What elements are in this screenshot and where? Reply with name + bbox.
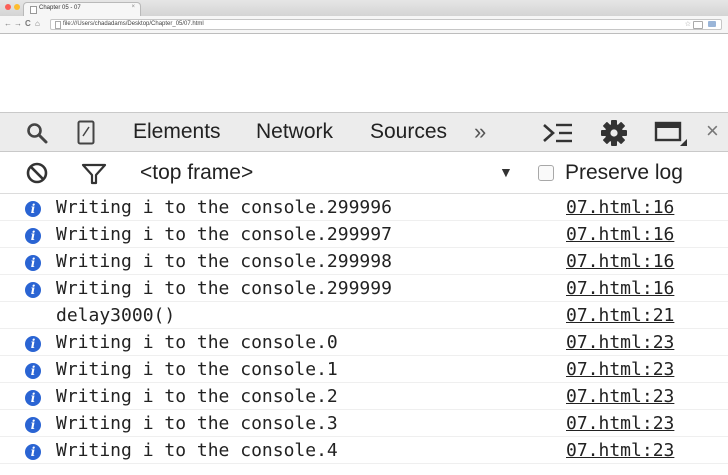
tab-close-button[interactable]: × — [131, 4, 135, 10]
page-icon — [30, 6, 37, 14]
home-button[interactable]: ⌂ — [35, 19, 40, 28]
source-link[interactable]: 07.html:16 — [566, 197, 674, 218]
close-window-button[interactable] — [5, 4, 11, 10]
console-message: i Writing i to the console.299999 07.htm… — [0, 275, 728, 302]
filter-icon[interactable] — [81, 163, 107, 190]
settings-gear-icon[interactable] — [600, 119, 628, 152]
console-message: i Writing i to the console.2 07.html:23 — [0, 383, 728, 410]
info-icon: i — [25, 336, 41, 352]
message-text: Writing i to the console.0 — [56, 332, 338, 353]
address-bar[interactable]: file:///Users/chadadams/Desktop/Chapter_… — [50, 19, 722, 30]
browser-window: Chapter 05 - 07 × ← → C ⌂ file:///Users/… — [0, 0, 728, 475]
message-text: Writing i to the console.3 — [56, 413, 338, 434]
tab-sources[interactable]: Sources — [370, 120, 447, 144]
info-icon: i — [25, 390, 41, 406]
back-button[interactable]: ← — [4, 19, 12, 28]
device-mode-icon[interactable] — [77, 120, 95, 151]
source-link[interactable]: 07.html:16 — [566, 224, 674, 245]
source-link[interactable]: 07.html:23 — [566, 332, 674, 353]
preserve-log-label[interactable]: Preserve log — [565, 161, 683, 185]
message-text: Writing i to the console.299998 — [56, 251, 392, 272]
message-text: Writing i to the console.299996 — [56, 197, 392, 218]
extension-icon[interactable] — [693, 21, 703, 29]
browser-tab[interactable]: Chapter 05 - 07 × — [23, 2, 141, 16]
frame-selector[interactable]: <top frame> — [140, 161, 253, 185]
message-text: Writing i to the console.4 — [56, 440, 338, 461]
info-icon: i — [25, 228, 41, 244]
tab-network[interactable]: Network — [256, 120, 333, 144]
chevron-down-icon[interactable]: ▼ — [499, 164, 513, 180]
page-viewport — [0, 34, 728, 112]
console-message: i Writing i to the console.299998 07.htm… — [0, 248, 728, 275]
console-log: i Writing i to the console.299996 07.htm… — [0, 194, 728, 464]
info-icon: i — [25, 201, 41, 217]
info-icon: i — [25, 363, 41, 379]
message-text: Writing i to the console.1 — [56, 359, 338, 380]
console-filter-bar: <top frame> ▼ Preserve log — [0, 152, 728, 194]
console-message: delay3000() 07.html:21 — [0, 302, 728, 329]
message-text: delay3000() — [56, 305, 176, 326]
source-link[interactable]: 07.html:23 — [566, 440, 674, 461]
console-message: i Writing i to the console.1 07.html:23 — [0, 356, 728, 383]
console-message: i Writing i to the console.299997 07.htm… — [0, 221, 728, 248]
info-icon: i — [25, 444, 41, 460]
message-text: Writing i to the console.2 — [56, 386, 338, 407]
console-drawer-icon[interactable] — [542, 121, 574, 150]
url-text: file:///Users/chadadams/Desktop/Chapter_… — [63, 21, 204, 27]
info-icon: i — [25, 417, 41, 433]
source-link[interactable]: 07.html:21 — [566, 305, 674, 326]
source-link[interactable]: 07.html:23 — [566, 386, 674, 407]
clear-console-icon[interactable] — [25, 161, 49, 190]
tab-strip: Chapter 05 - 07 × — [0, 0, 728, 16]
message-text: Writing i to the console.299997 — [56, 224, 392, 245]
info-icon: i — [25, 255, 41, 271]
preserve-log-checkbox[interactable] — [538, 165, 554, 181]
tab-title: Chapter 05 - 07 — [39, 5, 81, 11]
search-icon[interactable] — [25, 121, 49, 150]
message-text: Writing i to the console.299999 — [56, 278, 392, 299]
tab-elements[interactable]: Elements — [133, 120, 221, 144]
close-devtools-button[interactable]: × — [706, 118, 719, 144]
reload-button[interactable]: C — [25, 19, 31, 28]
console-message: i Writing i to the console.299996 07.htm… — [0, 194, 728, 221]
source-link[interactable]: 07.html:16 — [566, 278, 674, 299]
console-message: i Writing i to the console.3 07.html:23 — [0, 410, 728, 437]
extension-icon[interactable] — [708, 21, 716, 27]
info-icon: i — [25, 282, 41, 298]
devtools-toolbar: Elements Network Sources » × — [0, 112, 728, 152]
toolbar: ← → C ⌂ file:///Users/chadadams/Desktop/… — [0, 16, 728, 34]
dock-side-icon[interactable] — [654, 120, 688, 153]
more-tabs-button[interactable]: » — [474, 119, 486, 145]
source-link[interactable]: 07.html:23 — [566, 359, 674, 380]
page-icon — [55, 21, 61, 29]
console-message: i Writing i to the console.4 07.html:23 — [0, 437, 728, 464]
minimize-window-button[interactable] — [14, 4, 20, 10]
source-link[interactable]: 07.html:23 — [566, 413, 674, 434]
console-message: i Writing i to the console.0 07.html:23 — [0, 329, 728, 356]
source-link[interactable]: 07.html:16 — [566, 251, 674, 272]
bookmark-star-icon[interactable]: ☆ — [685, 20, 691, 28]
forward-button[interactable]: → — [14, 19, 22, 28]
